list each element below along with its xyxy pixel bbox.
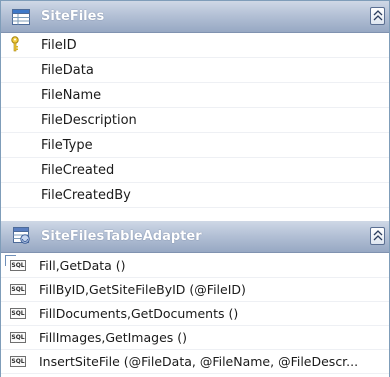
- table-icon: [12, 9, 30, 29]
- column-name: FileName: [41, 88, 102, 103]
- column-name: FileCreated: [41, 163, 115, 178]
- column-name: FileID: [41, 38, 77, 53]
- query-row-fillbyid[interactable]: SQL FillByID,GetSiteFileByID (@FileID): [1, 278, 389, 302]
- column-name: FileData: [41, 63, 94, 78]
- query-label: FillDocuments,GetDocuments (): [39, 306, 239, 321]
- collapse-chevron-icon[interactable]: [370, 7, 385, 25]
- table-adapter-header[interactable]: SiteFilesTableAdapter: [1, 221, 389, 253]
- column-name: FileDescription: [41, 113, 137, 128]
- column-row-filedescription[interactable]: FileDescription: [1, 108, 389, 133]
- query-label: FillImages,GetImages (): [39, 330, 187, 345]
- table-header[interactable]: SiteFiles: [1, 1, 389, 33]
- sql-query-icon: SQL: [10, 308, 26, 319]
- query-row-fill[interactable]: SQL Fill,GetData (): [1, 254, 389, 278]
- query-row-filldocuments[interactable]: SQL FillDocuments,GetDocuments (): [1, 302, 389, 326]
- column-row-filedata[interactable]: FileData: [1, 58, 389, 83]
- table-title: SiteFiles: [41, 9, 105, 24]
- table-adapter-icon: [13, 227, 31, 249]
- query-label: Fill,GetData (): [39, 258, 126, 273]
- sql-query-icon: SQL: [10, 284, 26, 295]
- table-adapter-title: SiteFilesTableAdapter: [41, 229, 202, 244]
- collapse-chevron-icon[interactable]: [370, 227, 385, 245]
- column-row-filecreatedby[interactable]: FileCreatedBy: [1, 183, 389, 208]
- query-row-fillimages[interactable]: SQL FillImages,GetImages (): [1, 326, 389, 350]
- column-row-fileid[interactable]: FileID: [1, 33, 389, 58]
- column-name: FileType: [41, 138, 93, 153]
- column-row-filecreated[interactable]: FileCreated: [1, 158, 389, 183]
- query-label: FillByID,GetSiteFileByID (@FileID): [39, 282, 246, 297]
- dataset-designer-panel: SiteFiles FileID FileData FileName FileD…: [0, 0, 390, 377]
- key-icon: [9, 36, 21, 56]
- column-name: FileCreatedBy: [41, 188, 131, 203]
- column-row-filetype[interactable]: FileType: [1, 133, 389, 158]
- query-row-insertsitefile[interactable]: SQL InsertSiteFile (@FileData, @FileName…: [1, 350, 389, 374]
- sql-query-icon: SQL: [10, 332, 26, 343]
- query-label: InsertSiteFile (@FileData, @FileName, @F…: [39, 354, 359, 369]
- column-row-filename[interactable]: FileName: [1, 83, 389, 108]
- sql-query-icon: SQL: [5, 255, 26, 271]
- sql-query-icon: SQL: [10, 356, 26, 367]
